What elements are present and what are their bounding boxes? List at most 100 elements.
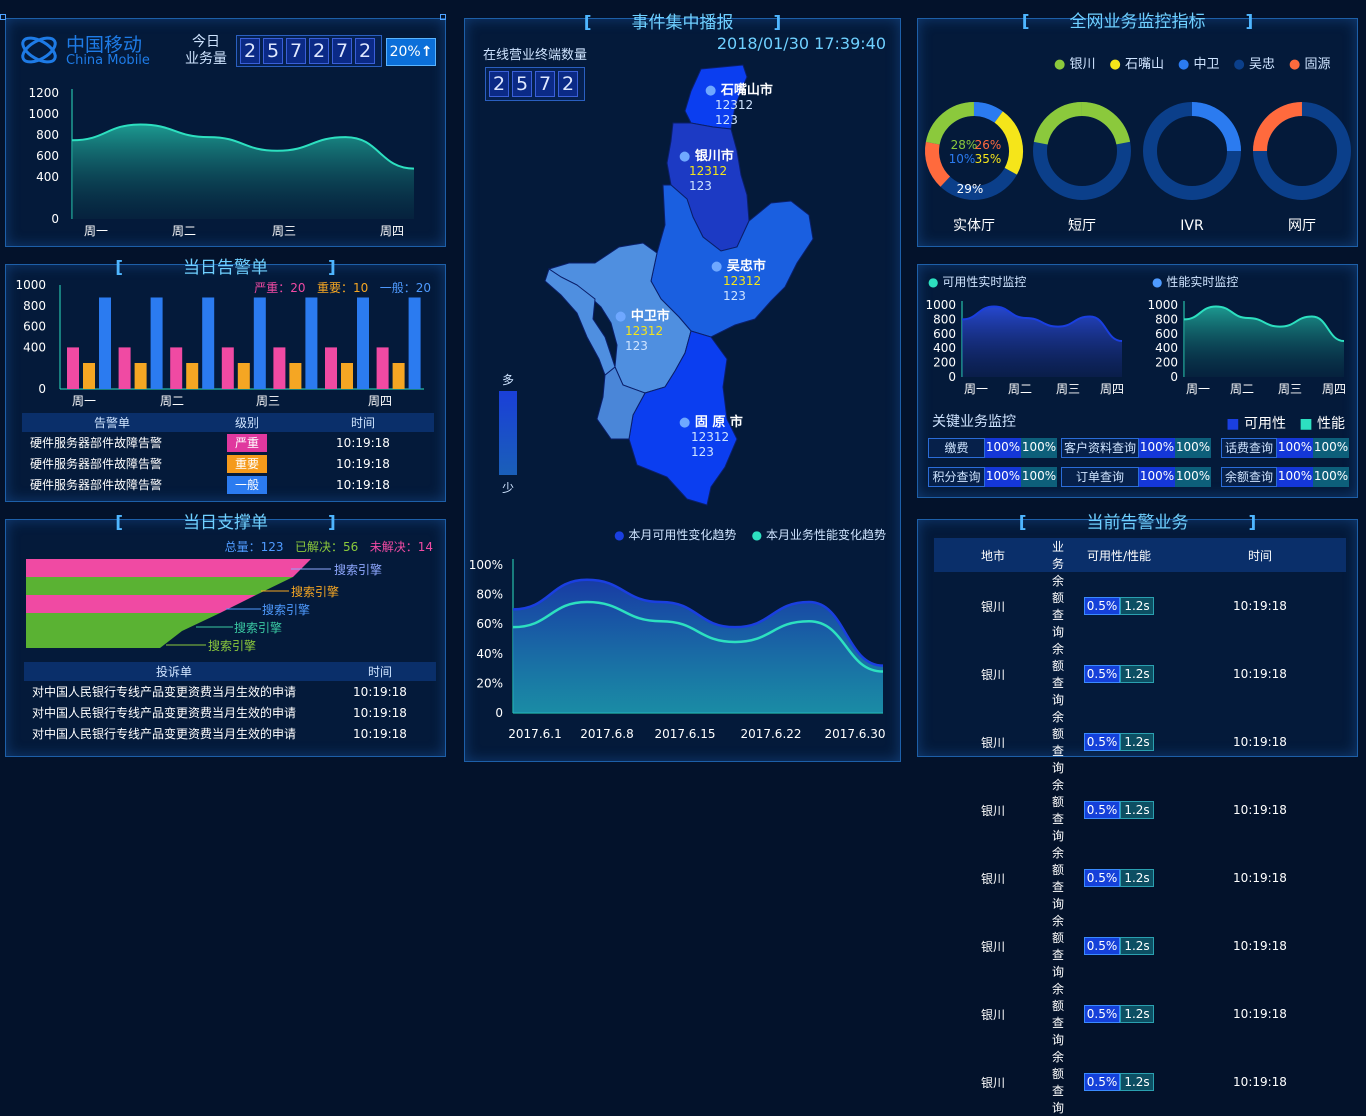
alarm-name: 硬件服务器部件故障告警 [30, 478, 163, 492]
today-label-2: 业务量 [185, 51, 227, 67]
row-time: 10:19:18 [1233, 803, 1287, 817]
col-header: 业务 [1052, 540, 1065, 571]
legend-dot-icon: ● [928, 275, 939, 289]
legend-item[interactable]: ● 固源 [1289, 57, 1331, 72]
x-tick-label: 周一 [84, 224, 108, 238]
col-header: 级别 [202, 413, 292, 432]
table-row[interactable]: 硬件服务器部件故障告警 严重 10:19:18 [22, 432, 434, 453]
city-value: 12312 [689, 164, 728, 178]
x-tick-label: 周四 [1100, 382, 1124, 396]
support-panel: [当日支撑单] 总量：123 已解决：56 未解决：14 搜索引擎 搜索引擎 搜… [5, 513, 446, 757]
support-stats: 总量：123 已解决：56 未解决：14 [225, 538, 433, 555]
bar [150, 297, 163, 389]
city-value: 12312 [625, 324, 664, 338]
row-business: 余额查询 [1052, 914, 1065, 979]
table-row[interactable]: 硬件服务器部件故障告警 重要 10:19:18 [22, 453, 434, 474]
donut-segment[interactable] [1081, 102, 1131, 145]
legend-item[interactable]: ● 银川 [1054, 57, 1096, 72]
digit: 2 [309, 38, 329, 64]
legend-dot-icon: ● [1233, 57, 1245, 72]
y-tick-label: 600 [36, 149, 59, 163]
row-business: 余额查询 [1052, 778, 1065, 843]
brand-english: China Mobile [66, 53, 150, 68]
complaint-time: 10:19:18 [353, 726, 407, 741]
row-business: 余额查询 [1052, 1050, 1065, 1115]
table-row[interactable]: 银川 余额查询 0.5% 1.2s 10:19:18 [934, 776, 1346, 844]
legend-item[interactable]: ● 石嘴山 [1110, 57, 1165, 72]
city-label-yinchuan[interactable]: ● 银川市 12312 123 [679, 149, 734, 194]
key-item[interactable]: 积分查询 100% 100% [928, 467, 1057, 487]
frame-corner [0, 14, 6, 20]
legend-item[interactable]: ● 中卫 [1178, 57, 1220, 72]
donut-segment[interactable] [925, 141, 951, 187]
table-row[interactable]: 硬件服务器部件故障告警 一般 10:19:18 [22, 474, 434, 495]
y-tick-label: 0 [1170, 370, 1178, 384]
city-value: 123 [625, 339, 648, 353]
row-city: 银川 [980, 599, 1005, 614]
legend-label: 银川 [1069, 57, 1096, 72]
complaint-time: 10:19:18 [353, 684, 407, 699]
key-item[interactable]: 缴费 100% 100% [928, 438, 1057, 458]
legend-dot-icon: ● [1109, 57, 1121, 72]
legend-square-icon: ■ [1299, 416, 1313, 432]
event-broadcast-panel: [事件集中播报] 2018/01/30 17:39:40 在线营业终端数量 25… [464, 13, 901, 762]
donut-segment[interactable] [1191, 102, 1241, 152]
table-row[interactable]: 银川 余额查询 0.5% 1.2s 10:19:18 [934, 980, 1346, 1048]
x-tick-label: 周一 [1186, 382, 1210, 396]
city-label-guyuan[interactable]: ● 固 原 市 12312 123 [679, 415, 743, 460]
legend-dot-icon: ● [1289, 57, 1301, 72]
bar [408, 297, 421, 389]
row-business: 余额查询 [1052, 846, 1065, 911]
donut-segment[interactable] [1033, 102, 1083, 145]
table-row[interactable]: 银川 余额查询 0.5% 1.2s 10:19:18 [934, 1048, 1346, 1116]
city-label-zhongwei[interactable]: ● 中卫市 12312 123 [615, 309, 670, 354]
row-business: 余额查询 [1052, 710, 1065, 775]
table-header: 地市 业务 可用性/性能 时间 [934, 538, 1346, 572]
alarm-bar-chart: 1000 800 600 400 0 周一 周二 周三 周四 [15, 278, 424, 408]
funnel-label: 搜索引擎 [208, 638, 256, 653]
donut-segment[interactable] [973, 102, 1003, 123]
funnel-bar [26, 595, 256, 613]
x-tick-label: 周一 [72, 394, 96, 408]
availability-badge: 0.5% [1084, 801, 1121, 819]
table-row[interactable]: 对中国人民银行专线产品变更资费当月生效的申请 10:19:18 [24, 723, 436, 744]
support-funnel-chart: 搜索引擎 搜索引擎 搜索引擎 搜索引擎 搜索引擎 [26, 559, 382, 653]
table-row[interactable]: 银川 余额查询 0.5% 1.2s 10:19:18 [934, 912, 1346, 980]
performance-badge: 1.2s [1120, 733, 1155, 751]
key-item[interactable]: 订单查询 100% 100% [1061, 467, 1211, 487]
table-row[interactable]: 对中国人民银行专线产品变更资费当月生效的申请 10:19:18 [24, 702, 436, 723]
arrow-up-icon: ↑ [420, 44, 433, 60]
y-tick-label: 600 [1155, 327, 1178, 341]
table-row[interactable]: 银川 余额查询 0.5% 1.2s 10:19:18 [934, 572, 1346, 640]
table-row[interactable]: 银川 余额查询 0.5% 1.2s 10:19:18 [934, 708, 1346, 776]
legend-dot-icon: ● [1054, 57, 1066, 72]
center-chart-legend: ● 本月可用性变化趋势 ● 本月业务性能变化趋势 [614, 526, 886, 543]
availability-badge: 0.5% [1084, 937, 1121, 955]
row-time: 10:19:18 [1233, 871, 1287, 885]
key-item[interactable]: 客户资料查询 100% 100% [1061, 438, 1211, 458]
legend-label: 本月业务性能变化趋势 [765, 528, 886, 542]
digit: 2 [355, 38, 375, 64]
row-city: 银川 [980, 1075, 1005, 1090]
col-header: 地市 [980, 548, 1005, 563]
x-tick-label: 2017.6.22 [740, 727, 801, 741]
city-label-shizuishan[interactable]: ● 石嘴山市 12312 123 [705, 83, 773, 128]
bar [289, 363, 302, 389]
col-header: 可用性/性能 [1086, 548, 1152, 563]
donut-segment[interactable] [1253, 102, 1303, 152]
area-fill [1184, 306, 1344, 377]
performance-badge: 1.2s [1120, 937, 1155, 955]
legend-dot-icon: ● [614, 528, 625, 542]
table-row[interactable]: 对中国人民银行专线产品变更资费当月生效的申请 10:19:18 [24, 681, 436, 702]
y-tick-label: 1000 [925, 298, 956, 312]
row-city: 银川 [980, 735, 1005, 750]
key-item[interactable]: 余额查询 100% 100% [1221, 467, 1349, 487]
key-item[interactable]: 话费查询 100% 100% [1221, 438, 1349, 458]
city-dot-icon: ● [711, 259, 723, 274]
table-row[interactable]: 银川 余额查询 0.5% 1.2s 10:19:18 [934, 640, 1346, 708]
table-header: 投诉单 时间 [24, 662, 436, 681]
legend-item[interactable]: ● 吴忠 [1234, 57, 1276, 72]
table-row[interactable]: 银川 余额查询 0.5% 1.2s 10:19:18 [934, 844, 1346, 912]
today-label: 今日 业务量 [182, 34, 230, 68]
city-label-wuzhong[interactable]: ● 吴忠市 12312 123 [711, 259, 766, 304]
